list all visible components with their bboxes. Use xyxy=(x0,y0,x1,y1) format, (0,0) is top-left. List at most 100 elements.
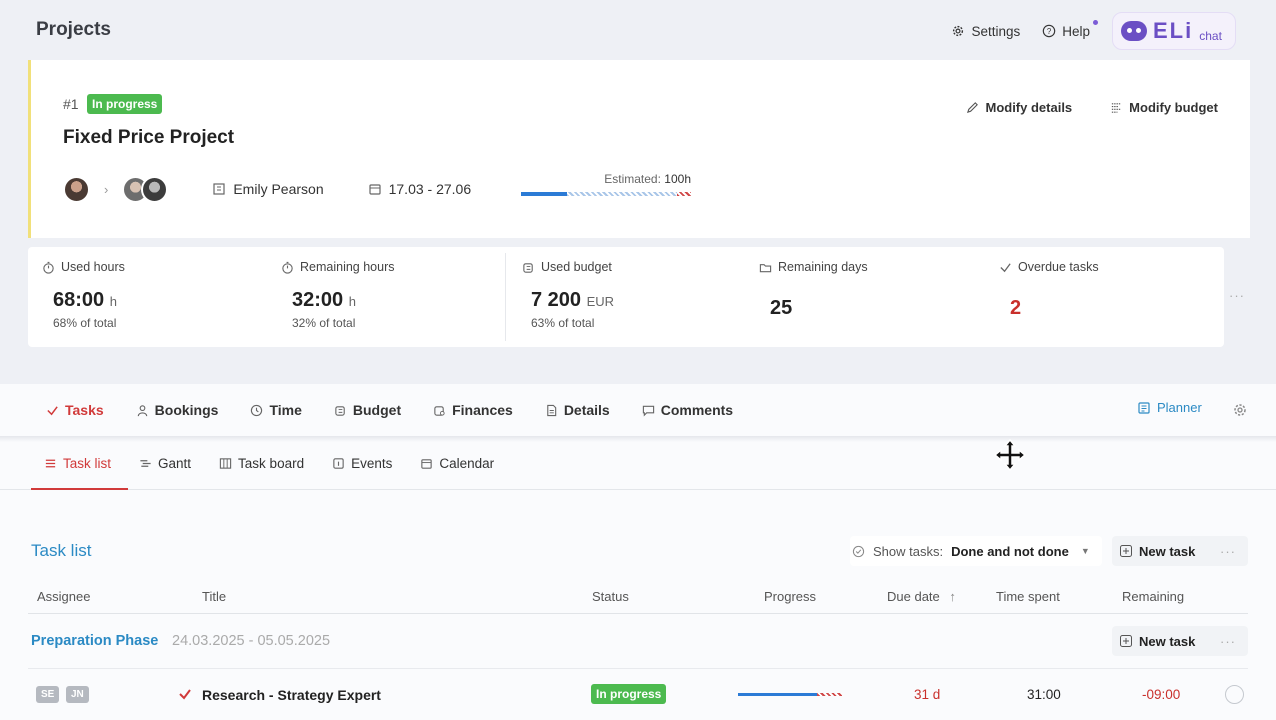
question-circle-icon: ? xyxy=(1042,24,1056,38)
phase-new-task-button[interactable]: New task ··· xyxy=(1112,626,1248,656)
calendar-icon xyxy=(421,458,433,469)
stat-unit: h xyxy=(109,294,117,309)
modify-details-label: Modify details xyxy=(985,100,1073,115)
phase-dates: 24.03.2025 - 05.05.2025 xyxy=(172,633,331,649)
tab-label: Budget xyxy=(352,402,402,418)
stopwatch-icon xyxy=(282,261,293,274)
header-divider xyxy=(28,613,1248,614)
stat-value: 2 xyxy=(1010,297,1022,319)
tab-time[interactable]: Time xyxy=(234,392,317,428)
gear-icon[interactable] xyxy=(1232,402,1248,418)
planner-label: Planner xyxy=(1157,400,1202,415)
settings-link[interactable]: Settings xyxy=(951,24,1020,39)
complete-task-toggle[interactable] xyxy=(1225,685,1244,704)
svg-text:?: ? xyxy=(1047,27,1052,36)
column-header-progress[interactable]: Progress xyxy=(764,589,816,604)
eli-chat-button[interactable]: ELi chat xyxy=(1112,12,1236,50)
plus-square-icon xyxy=(1120,635,1132,647)
column-header-assignee[interactable]: Assignee xyxy=(37,589,90,604)
sort-ascending-icon: ↑ xyxy=(949,589,956,604)
tab-details[interactable]: Details xyxy=(529,392,626,428)
tab-label: Tasks xyxy=(65,402,104,418)
task-progress-fill xyxy=(738,693,818,696)
subtab-label: Task list xyxy=(63,455,112,471)
calendar-icon xyxy=(369,184,381,195)
column-header-status[interactable]: Status xyxy=(592,589,629,604)
new-task-label: New task xyxy=(1139,633,1196,649)
estimate-bar-overrun xyxy=(677,192,691,196)
finance-icon xyxy=(434,405,445,416)
assignee-chip[interactable]: SE xyxy=(36,686,60,703)
owner-avatar[interactable] xyxy=(63,175,90,203)
move-cursor-icon xyxy=(993,438,1027,472)
subtab-events[interactable]: Events xyxy=(318,446,406,480)
check-icon xyxy=(1000,262,1011,272)
task-time-spent: 31:00 xyxy=(1027,687,1061,702)
project-card: #1 In progress Fixed Price Project Modif… xyxy=(28,60,1250,238)
subtabs-divider xyxy=(0,489,1276,490)
show-tasks-label: Show tasks: xyxy=(873,543,944,559)
stats-more-button[interactable]: ··· xyxy=(1229,288,1245,303)
tab-comments[interactable]: Comments xyxy=(626,392,749,428)
top-bar: Projects Settings ? Help ELi chat xyxy=(0,0,1276,60)
column-header-due-date[interactable]: Due date ↑ xyxy=(887,589,956,604)
tab-tasks[interactable]: Tasks xyxy=(30,392,120,428)
estimate-bar-fill xyxy=(521,192,567,196)
stat-unit: h xyxy=(348,294,356,309)
check-icon xyxy=(47,405,58,415)
gantt-icon xyxy=(140,459,151,467)
more-options-icon[interactable]: ··· xyxy=(1220,634,1236,649)
subtab-task-list[interactable]: Task list xyxy=(30,446,125,480)
help-label: Help xyxy=(1062,23,1090,39)
subtab-task-board[interactable]: Task board xyxy=(205,446,318,480)
subtab-calendar[interactable]: Calendar xyxy=(406,446,508,480)
budget-list-icon xyxy=(1112,103,1122,113)
tab-label: Finances xyxy=(452,402,513,418)
stat-sub: 32% of total xyxy=(292,316,356,330)
active-subtab-indicator xyxy=(31,488,128,490)
stat-value: 25 xyxy=(770,297,793,319)
task-remaining: -09:00 xyxy=(1142,687,1181,702)
tab-label: Time xyxy=(269,402,302,418)
top-actions: Settings ? Help ELi chat xyxy=(951,12,1236,50)
show-tasks-filter[interactable]: Show tasks: Done and not done ▼ xyxy=(850,536,1102,566)
new-task-button[interactable]: New task ··· xyxy=(1112,536,1248,566)
task-title[interactable]: Research - Strategy Expert xyxy=(202,687,381,703)
column-header-remaining[interactable]: Remaining xyxy=(1122,589,1184,604)
show-tasks-value: Done and not done xyxy=(951,543,1069,559)
estimate-value: 100h xyxy=(664,172,691,186)
plus-square-icon xyxy=(1120,545,1132,557)
estimate-progress: Estimated: 100h xyxy=(521,172,691,196)
stat-label: Remaining days xyxy=(778,260,868,274)
building-icon xyxy=(213,183,225,195)
subtab-label: Gantt xyxy=(158,455,192,471)
project-meta: › Emily Pearson 17.03 - 27.06 xyxy=(63,174,471,204)
modify-details-button[interactable]: Modify details xyxy=(966,100,1072,115)
assignee-chip[interactable]: JN xyxy=(66,686,89,703)
phase-title[interactable]: Preparation Phase xyxy=(31,633,158,649)
stat-value: 68:00 xyxy=(53,289,105,311)
modify-budget-button[interactable]: Modify budget xyxy=(1110,100,1218,115)
subtab-label: Calendar xyxy=(439,455,495,471)
stats-card: Used hours 68:00 h 68% of total Remainin… xyxy=(28,247,1224,347)
tab-bookings[interactable]: Bookings xyxy=(120,392,235,428)
stopwatch-icon xyxy=(43,261,54,274)
tab-budget[interactable]: Budget xyxy=(318,392,417,428)
more-options-icon[interactable]: ··· xyxy=(1220,544,1236,559)
coins-icon xyxy=(523,262,533,273)
manager-name: Emily Pearson xyxy=(233,181,324,197)
settings-label: Settings xyxy=(971,23,1021,39)
subtab-label: Task board xyxy=(238,455,305,471)
column-header-time-spent[interactable]: Time spent xyxy=(996,589,1060,604)
task-progress-bar xyxy=(738,693,842,696)
subtab-gantt[interactable]: Gantt xyxy=(125,446,205,480)
table-row[interactable]: SE JN Research - Strategy Expert In prog… xyxy=(0,680,1276,710)
tab-finances[interactable]: Finances xyxy=(417,392,529,428)
new-task-label: New task xyxy=(1139,543,1196,559)
planner-link[interactable]: Planner xyxy=(1137,400,1202,415)
help-link[interactable]: ? Help xyxy=(1042,19,1098,39)
stat-sub: 68% of total xyxy=(53,316,117,330)
member-avatar[interactable] xyxy=(141,175,169,203)
subtab-label: Events xyxy=(351,455,393,471)
column-header-title[interactable]: Title xyxy=(202,589,226,604)
